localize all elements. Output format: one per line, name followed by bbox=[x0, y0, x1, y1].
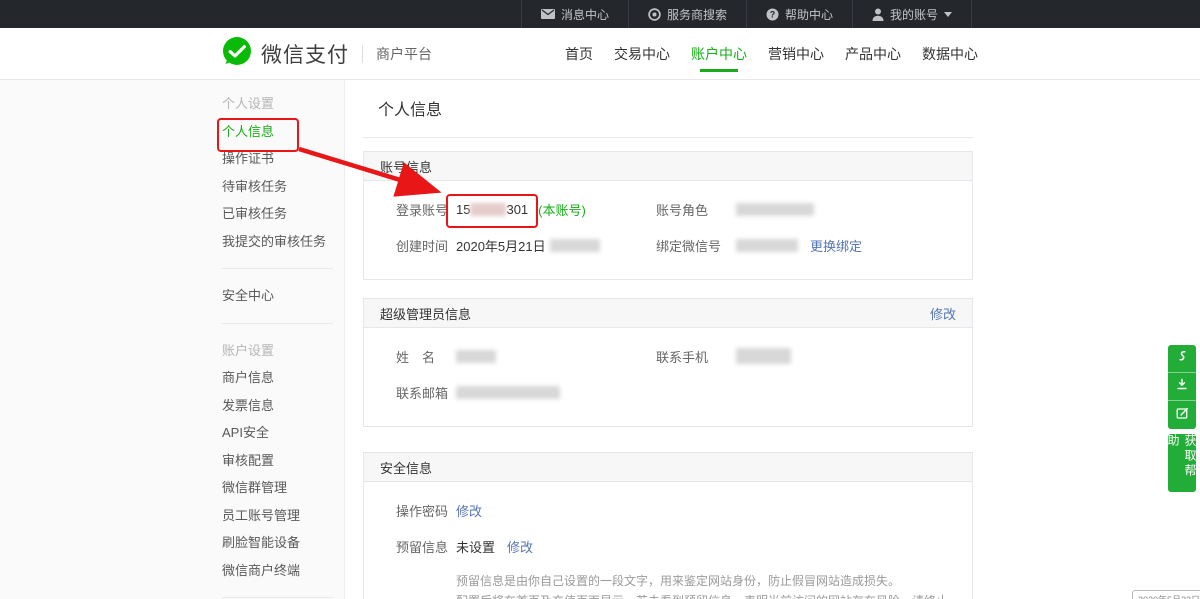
sidebar-item-reviewed-tasks[interactable]: 已审核任务 bbox=[222, 200, 344, 228]
sidebar-item-face-smart-device[interactable]: 刷脸智能设备 bbox=[222, 529, 344, 557]
main-content: 个人信息 账号信息 登录账号 15 301 (本账号) bbox=[346, 80, 1200, 599]
redacted-wechat-id bbox=[736, 239, 798, 252]
nav-home[interactable]: 首页 bbox=[563, 28, 595, 79]
account-role-label: 账号角色 bbox=[656, 200, 736, 219]
main-nav: 首页 交易中心 账户中心 营销中心 产品中心 数据中心 bbox=[563, 28, 980, 79]
super-admin-panel: 超级管理员信息 修改 姓 名 联系手机 bbox=[363, 298, 973, 427]
sidebar-item-my-submitted-tasks[interactable]: 我提交的审核任务 bbox=[222, 228, 344, 256]
svg-text:?: ? bbox=[770, 9, 776, 19]
feedback-button[interactable] bbox=[1168, 401, 1196, 429]
redacted-account-role bbox=[736, 203, 814, 216]
rebind-link[interactable]: 更换绑定 bbox=[810, 236, 862, 255]
brand-title: 微信支付 bbox=[261, 39, 349, 69]
redacted-email bbox=[456, 386, 560, 399]
nav-transaction-center[interactable]: 交易中心 bbox=[612, 28, 672, 79]
topbar: 消息中心 服务商搜索 ? 帮助中心 我的账号 bbox=[0, 0, 1200, 28]
sidebar-divider bbox=[222, 323, 333, 324]
reserved-info-description: 预留信息是由你自己设置的一段文字，用来鉴定网站身份，防止假冒网站造成损失。 配置… bbox=[456, 572, 957, 599]
created-time-value: 2020年5月21日 bbox=[456, 236, 600, 255]
super-admin-modify-link[interactable]: 修改 bbox=[930, 304, 956, 323]
sidebar-divider bbox=[222, 597, 333, 598]
contact-phone-label: 联系手机 bbox=[656, 347, 736, 366]
page: 消息中心 服务商搜索 ? 帮助中心 我的账号 bbox=[0, 0, 1200, 599]
header: 微信支付 商户平台 首页 交易中心 账户中心 营销中心 产品中心 数据中心 bbox=[0, 28, 1200, 80]
security-info-title: 安全信息 bbox=[380, 458, 432, 477]
sidebar-item-staff-account-management[interactable]: 员工账号管理 bbox=[222, 502, 344, 530]
name-label: 姓 名 bbox=[396, 347, 456, 366]
super-admin-title: 超级管理员信息 bbox=[380, 304, 471, 323]
security-info-panel: 安全信息 操作密码 修改 预留信息 未设置 修改 bbox=[363, 452, 973, 599]
super-admin-header: 超级管理员信息 修改 bbox=[364, 299, 972, 328]
topbar-message-label: 消息中心 bbox=[561, 6, 609, 23]
sidebar-item-invoice-info[interactable]: 发票信息 bbox=[222, 392, 344, 420]
get-help-button[interactable]: 获取帮助 bbox=[1168, 434, 1196, 492]
created-time-label: 创建时间 bbox=[396, 236, 456, 255]
user-icon bbox=[872, 8, 884, 21]
sidebar-item-personal-info[interactable]: 个人信息 bbox=[222, 118, 344, 146]
topbar-message-center[interactable]: 消息中心 bbox=[521, 0, 628, 28]
bound-wechat-label: 绑定微信号 bbox=[656, 236, 736, 255]
account-info-header: 账号信息 bbox=[364, 152, 972, 181]
redacted-login-middle bbox=[470, 203, 506, 216]
reserved-info-value: 未设置 bbox=[456, 537, 495, 556]
login-account-value: 15 301 (本账号) bbox=[456, 200, 586, 219]
topbar-my-account[interactable]: 我的账号 bbox=[852, 0, 972, 28]
floating-help-menu: 获取帮助 bbox=[1168, 345, 1196, 492]
sidebar-divider bbox=[222, 268, 333, 269]
date-badge: 2020年5月22日 bbox=[1132, 590, 1200, 599]
topbar-provider-search-label: 服务商搜索 bbox=[667, 6, 727, 23]
sidebar-item-wechat-merchant-terminal[interactable]: 微信商户终端 bbox=[222, 557, 344, 585]
topbar-provider-search[interactable]: 服务商搜索 bbox=[628, 0, 746, 28]
page-title: 个人信息 bbox=[363, 80, 973, 138]
security-info-header: 安全信息 bbox=[364, 453, 972, 482]
sidebar-item-security-center[interactable]: 安全中心 bbox=[222, 282, 344, 310]
search-icon bbox=[648, 8, 661, 21]
sidebar-group-account-settings: 账户设置 bbox=[222, 337, 344, 365]
operation-password-label: 操作密码 bbox=[396, 501, 456, 520]
sidebar-item-review-config[interactable]: 审核配置 bbox=[222, 447, 344, 475]
login-account-label: 登录账号 bbox=[396, 200, 456, 219]
nav-marketing-center[interactable]: 营销中心 bbox=[766, 28, 826, 79]
sidebar-item-operation-certificate[interactable]: 操作证书 bbox=[222, 145, 344, 173]
operation-password-modify-link[interactable]: 修改 bbox=[456, 501, 482, 520]
sidebar-item-pending-review-tasks[interactable]: 待审核任务 bbox=[222, 173, 344, 201]
wechat-pay-logo[interactable]: 微信支付 商户平台 bbox=[222, 28, 432, 79]
account-info-title: 账号信息 bbox=[380, 157, 432, 176]
contact-button[interactable] bbox=[1168, 345, 1196, 373]
logo-divider bbox=[362, 45, 363, 63]
account-info-panel: 账号信息 登录账号 15 301 (本账号) bbox=[363, 151, 973, 280]
redacted-phone bbox=[736, 348, 791, 364]
wechat-pay-logo-icon bbox=[222, 36, 252, 71]
nav-product-center[interactable]: 产品中心 bbox=[843, 28, 903, 79]
sidebar-item-wechat-group-management[interactable]: 微信群管理 bbox=[222, 474, 344, 502]
sidebar: 个人设置 个人信息 操作证书 待审核任务 已审核任务 我提交的审核任务 安全中心… bbox=[0, 80, 345, 599]
sidebar-item-merchant-info[interactable]: 商户信息 bbox=[222, 364, 344, 392]
contact-icon bbox=[1175, 349, 1189, 368]
help-icon: ? bbox=[766, 8, 779, 21]
download-button[interactable] bbox=[1168, 373, 1196, 401]
topbar-help-center[interactable]: ? 帮助中心 bbox=[746, 0, 852, 28]
reserved-info-modify-link[interactable]: 修改 bbox=[507, 537, 533, 556]
nav-data-center[interactable]: 数据中心 bbox=[920, 28, 980, 79]
redacted-created-time bbox=[550, 239, 600, 252]
reserved-info-label: 预留信息 bbox=[396, 537, 456, 556]
nav-account-center[interactable]: 账户中心 bbox=[689, 28, 749, 79]
redacted-name bbox=[456, 350, 496, 363]
message-icon bbox=[541, 9, 555, 19]
get-help-label: 获取帮助 bbox=[1165, 434, 1199, 492]
topbar-help-label: 帮助中心 bbox=[785, 6, 833, 23]
portal-subtitle: 商户平台 bbox=[376, 44, 432, 64]
chevron-down-icon bbox=[944, 12, 952, 17]
current-account-tag: (本账号) bbox=[538, 200, 586, 219]
feedback-icon bbox=[1175, 406, 1189, 425]
contact-email-label: 联系邮箱 bbox=[396, 383, 456, 402]
topbar-my-account-label: 我的账号 bbox=[890, 6, 938, 23]
sidebar-item-api-security[interactable]: API安全 bbox=[222, 419, 344, 447]
sidebar-group-personal-settings: 个人设置 bbox=[222, 90, 344, 118]
download-icon bbox=[1175, 377, 1189, 396]
